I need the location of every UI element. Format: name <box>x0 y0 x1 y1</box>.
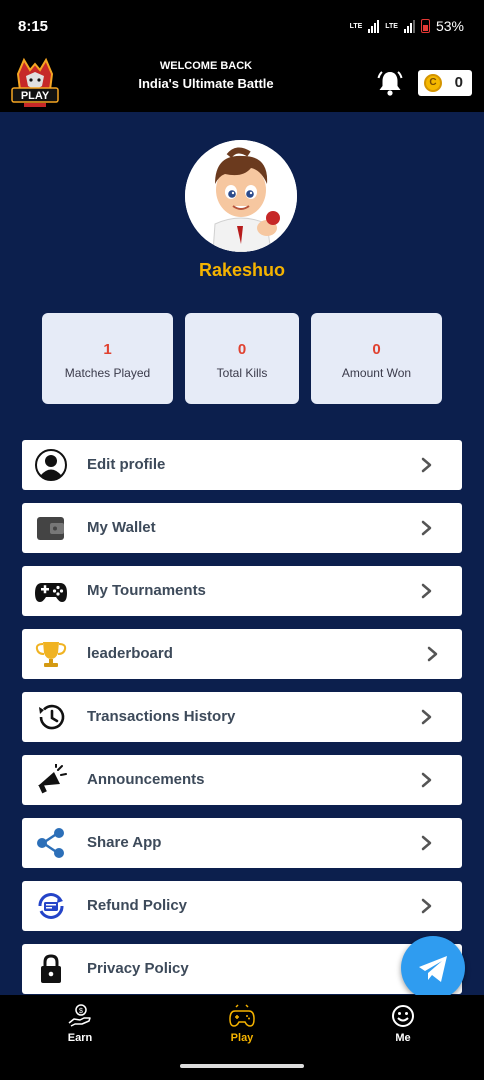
menu-label: Announcements <box>87 771 205 788</box>
nav-label: Earn <box>67 1032 93 1044</box>
signal-icon <box>368 19 380 33</box>
share-icon <box>37 828 64 858</box>
wallet-icon <box>37 517 64 540</box>
coin-count: 0 <box>454 74 463 91</box>
chevron-right-icon <box>421 709 432 725</box>
welcome-title: WELCOME BACK <box>159 60 253 72</box>
stat-value: 0 <box>237 341 247 358</box>
history-icon <box>39 704 65 730</box>
stat-value: 1 <box>103 341 112 358</box>
stat-label: Amount Won <box>341 366 412 380</box>
status-bar: 8:15 LTE LTE 53% <box>0 0 484 52</box>
network-type-2: LTE <box>385 22 398 30</box>
menu-item-refund-policy[interactable]: Refund Policy <box>22 881 462 931</box>
signal-icon-2 <box>403 19 415 33</box>
battery-percent: 53% <box>435 18 464 34</box>
user-silhouette-icon <box>35 449 67 481</box>
notification-bell-icon[interactable] <box>376 69 404 97</box>
chevron-right-icon <box>421 835 432 851</box>
stat-label: Matches Played <box>64 366 151 380</box>
avatar-illustration <box>185 140 297 252</box>
menu-item-announcements[interactable]: Announcements <box>22 755 462 805</box>
nav-me[interactable]: Me <box>363 1003 443 1044</box>
menu-label: Refund Policy <box>87 897 188 914</box>
menu-label: Privacy Policy <box>87 960 189 977</box>
menu-label: leaderboard <box>87 645 173 662</box>
coin-balance[interactable]: C 0 <box>418 70 472 96</box>
nav-label: Me <box>395 1032 411 1044</box>
welcome-subtitle: India's Ultimate Battle <box>138 76 274 91</box>
home-indicator[interactable] <box>180 1064 304 1068</box>
gamepad-icon <box>35 583 67 602</box>
chevron-right-icon <box>427 646 438 662</box>
app-logo: PLAY <box>11 57 59 107</box>
nav-play[interactable]: Play <box>202 1003 282 1044</box>
stat-total-kills: 0 Total Kills <box>185 313 299 404</box>
status-time: 8:15 <box>18 18 49 35</box>
menu-item-share-app[interactable]: Share App <box>22 818 462 868</box>
app-header: PLAY WELCOME BACK India's Ultimate Battl… <box>0 52 484 112</box>
logo-text: PLAY <box>21 90 50 102</box>
menu-item-my-wallet[interactable]: My Wallet <box>22 503 462 553</box>
menu-item-transactions-history[interactable]: Transactions History <box>22 692 462 742</box>
megaphone-icon <box>38 764 67 794</box>
stat-amount-won: 0 Amount Won <box>311 313 442 404</box>
coin-icon: C <box>424 74 442 92</box>
bottom-nav: $ Earn Play Me <box>0 995 484 1080</box>
network-type-1: LTE <box>349 22 363 30</box>
menu-item-edit-profile[interactable]: Edit profile <box>22 440 462 490</box>
smiley-icon <box>392 1005 414 1027</box>
gamepad-icon <box>229 1004 255 1027</box>
stat-label: Total Kills <box>216 366 268 380</box>
username: Rakeshuo <box>198 260 286 280</box>
menu-item-leaderboard[interactable]: leaderboard <box>22 629 462 679</box>
profile-screen: Rakeshuo 1 Matches Played 0 Total Kills … <box>0 112 484 995</box>
chevron-right-icon <box>421 520 432 536</box>
nav-label: Play <box>230 1032 254 1044</box>
trophy-icon <box>35 642 67 667</box>
earn-hand-coin-icon: $ <box>68 1004 91 1027</box>
avatar[interactable] <box>185 140 297 252</box>
lock-icon <box>41 954 61 983</box>
menu-label: My Wallet <box>87 519 156 536</box>
menu-label: Edit profile <box>87 456 166 473</box>
chevron-right-icon <box>421 772 432 788</box>
menu-label: Share App <box>87 834 162 851</box>
nav-earn[interactable]: $ Earn <box>40 1003 120 1044</box>
menu-item-my-tournaments[interactable]: My Tournaments <box>22 566 462 616</box>
stat-matches-played: 1 Matches Played <box>42 313 173 404</box>
chevron-right-icon <box>421 898 432 914</box>
telegram-icon <box>419 956 447 982</box>
chevron-right-icon <box>421 457 432 473</box>
battery-icon <box>420 19 430 33</box>
menu-label: My Tournaments <box>87 582 206 599</box>
svg-text:$: $ <box>79 1008 83 1015</box>
chevron-right-icon <box>421 583 432 599</box>
menu-item-privacy-policy[interactable]: Privacy Policy <box>22 944 462 994</box>
stat-value: 0 <box>372 341 381 358</box>
status-indicators: LTE LTE 53% <box>350 18 464 34</box>
menu-label: Transactions History <box>87 708 236 725</box>
telegram-fab-button[interactable] <box>401 936 465 1000</box>
refund-icon <box>38 893 64 919</box>
